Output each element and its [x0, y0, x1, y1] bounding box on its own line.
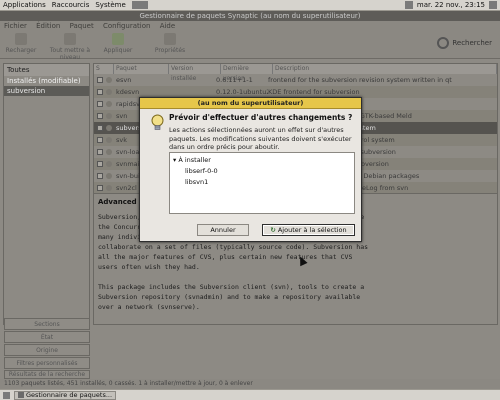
expander-arrow-icon[interactable]: ▾ [173, 156, 176, 164]
menu-fichier[interactable]: Fichier [4, 22, 27, 30]
status-icon [106, 101, 112, 107]
taskbar-item-synaptic[interactable]: Gestionnaire de paquets... [14, 390, 117, 400]
volume-icon[interactable] [489, 1, 497, 9]
filter-item[interactable]: Installés (modifiable) [4, 76, 89, 86]
top-panel: Applications Raccourcis Système mar. 22 … [0, 0, 500, 11]
window-title: Gestionnaire de paquets Synaptic (au nom… [0, 11, 500, 21]
filter-header[interactable]: Toutes [4, 64, 89, 76]
menu-edition[interactable]: Édition [36, 22, 60, 30]
package-checkbox[interactable] [97, 77, 103, 83]
status-icon [106, 113, 112, 119]
package-checkbox[interactable] [97, 161, 103, 167]
package-checkbox[interactable] [97, 149, 103, 155]
column-description[interactable]: Description [273, 64, 497, 74]
search-button[interactable]: Rechercher [437, 37, 492, 49]
column-status[interactable]: S [94, 64, 114, 74]
status-icon [106, 173, 112, 179]
search-results-button[interactable]: Résultats de la recherche [4, 370, 90, 379]
status-icon [106, 149, 112, 155]
description-paragraph: This package includes the Subversion cli… [98, 283, 365, 311]
package-checkbox[interactable] [97, 89, 103, 95]
changes-dialog: (au nom du superutilisateur) Prévoir d'e… [139, 97, 362, 242]
package-checkbox[interactable] [97, 173, 103, 179]
status-icon [106, 185, 112, 191]
search-icon [437, 37, 450, 49]
dialog-message: Les actions sélectionnées auront un effe… [169, 126, 352, 151]
cell-nm: kdesvn [116, 88, 140, 96]
status-icon [106, 125, 112, 131]
launcher-icon[interactable] [139, 1, 148, 9]
menubar: Fichier Édition Paquet Configuration Aid… [0, 21, 500, 31]
upgrade-icon [64, 33, 76, 45]
package-checkbox[interactable] [97, 125, 103, 131]
status-icon [106, 137, 112, 143]
menu-paquet[interactable]: Paquet [70, 22, 94, 30]
reload-button[interactable]: Recharger [4, 33, 38, 54]
package-list-header: S Paquet Version installée Dernière vers… [94, 64, 497, 82]
status-button[interactable]: État [4, 331, 90, 343]
checkmark-icon [112, 33, 124, 45]
cell-v2: 0.12.0-1ubuntu2 [216, 88, 268, 96]
cancel-button[interactable]: Annuler [197, 224, 249, 236]
show-desktop-icon[interactable] [3, 391, 10, 399]
reload-icon [15, 33, 27, 45]
column-installed-version[interactable]: Version installée [169, 64, 221, 82]
package-checkbox[interactable] [97, 101, 103, 107]
table-row[interactable]: esvn 0.6.11+1-1 frontend for the subversio… [94, 74, 497, 86]
sections-button[interactable]: Sections [4, 318, 90, 330]
filter-panel: Toutes Installés (modifiable) subversion [3, 63, 90, 325]
origin-button[interactable]: Origine [4, 344, 90, 356]
toolbar: Recharger Tout mettre à niveau Appliquer… [0, 31, 500, 61]
menu-aide[interactable]: Aide [160, 22, 175, 30]
cell-ds: frontend for the subversion revision sys… [268, 76, 452, 84]
tree-item[interactable]: libserf-0-0 [173, 166, 351, 177]
status-icon [106, 77, 112, 83]
tree-group-install[interactable]: ▾ À installer [173, 155, 351, 166]
cell-v2: 0.6.11+1-1 [216, 76, 253, 84]
column-package[interactable]: Paquet [114, 64, 169, 74]
cell-ds: KDE frontend for subversion [268, 88, 360, 96]
dialog-title: (au nom du superutilisateur) [140, 98, 361, 109]
package-icon [18, 392, 24, 398]
apply-button[interactable]: Appliquer [100, 33, 136, 54]
cell-nm: esvn [116, 76, 132, 84]
package-checkbox[interactable] [97, 185, 103, 191]
status-icon [106, 161, 112, 167]
launcher-icon[interactable] [131, 1, 140, 9]
changes-tree[interactable]: ▾ À installer libserf-0-0 libsvn1 [169, 152, 355, 214]
status-bar: 1103 paquets listés, 451 installés, 0 ca… [0, 379, 500, 389]
dialog-heading: Prévoir d'effectuer d'autres changements… [169, 113, 353, 122]
clock[interactable]: mar. 22 nov., 23:15 [417, 1, 485, 9]
add-icon: ↻ [270, 225, 276, 234]
custom-filters-button[interactable]: Filtres personnalisés [4, 357, 90, 369]
tree-item[interactable]: libsvn1 [173, 177, 351, 188]
upgrade-all-button[interactable]: Tout mettre à niveau [42, 33, 98, 61]
package-checkbox[interactable] [97, 137, 103, 143]
add-to-selection-button[interactable]: ↻ Ajouter à la sélection [262, 224, 355, 236]
package-checkbox[interactable] [97, 113, 103, 119]
properties-icon [164, 33, 176, 45]
menu-configuration[interactable]: Configuration [103, 22, 150, 30]
filter-item-selected[interactable]: subversion [4, 86, 89, 96]
taskbar: Gestionnaire de paquets... [0, 389, 500, 400]
menu-applications[interactable]: Applications [3, 1, 46, 9]
column-latest-version[interactable]: Dernière version [221, 64, 273, 82]
lightbulb-icon [151, 114, 164, 130]
menu-raccourcis[interactable]: Raccourcis [52, 1, 90, 9]
status-icon [106, 89, 112, 95]
menu-systeme[interactable]: Système [95, 1, 125, 9]
network-icon[interactable] [404, 1, 413, 9]
properties-button[interactable]: Propriétés [150, 33, 190, 54]
